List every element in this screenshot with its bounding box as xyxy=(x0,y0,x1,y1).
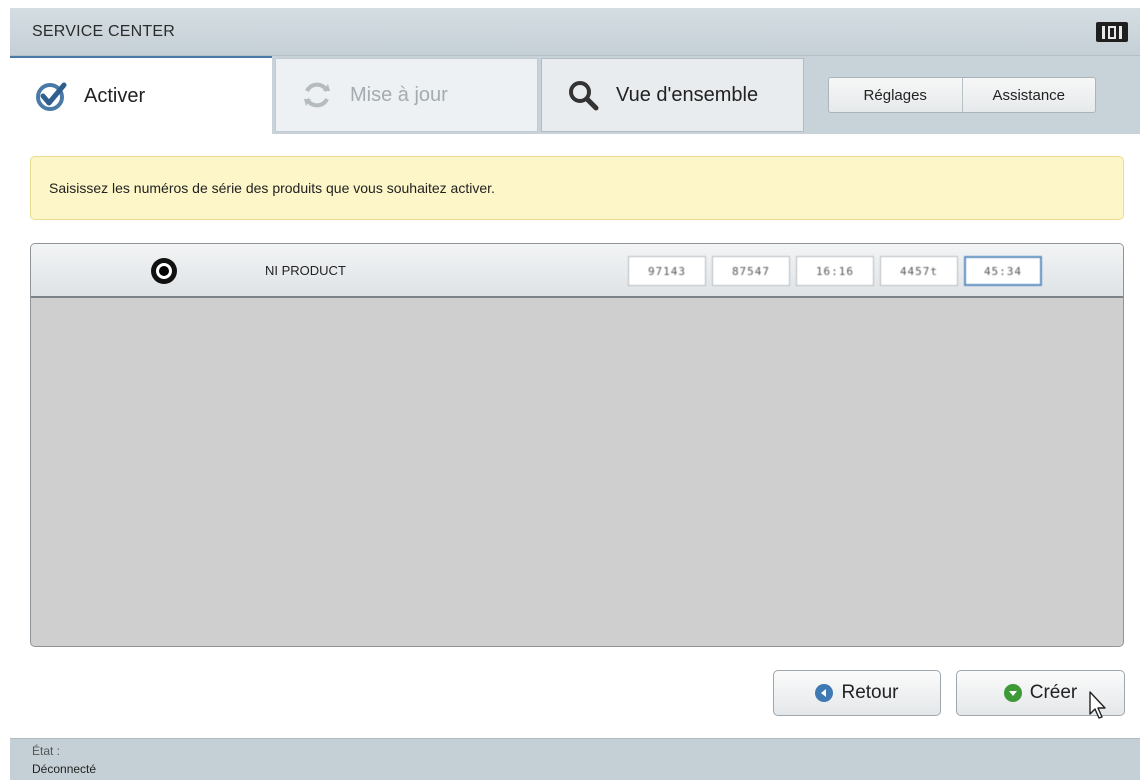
tab-bar: Activer Mise à jour Vue d'ensemble Régla… xyxy=(10,56,1140,134)
serial-field-3[interactable] xyxy=(796,256,874,286)
top-button-group: Réglages Assistance xyxy=(828,77,1096,113)
product-list: NI PRODUCT xyxy=(30,243,1124,647)
tab-mise-a-jour[interactable]: Mise à jour xyxy=(275,58,538,132)
serial-fields xyxy=(628,256,1042,286)
tab-label: Mise à jour xyxy=(350,83,448,106)
back-arrow-icon xyxy=(815,684,834,702)
serial-field-2[interactable] xyxy=(712,256,790,286)
magnifier-icon xyxy=(566,78,600,112)
product-name: NI PRODUCT xyxy=(265,263,346,278)
instruction-text: Saisissez les numéros de série des produ… xyxy=(49,180,495,196)
instruction-banner: Saisissez les numéros de série des produ… xyxy=(30,156,1124,220)
product-radio[interactable] xyxy=(151,258,177,284)
serial-field-5[interactable] xyxy=(964,256,1042,286)
refresh-icon xyxy=(300,78,334,112)
serial-field-1[interactable] xyxy=(628,256,706,286)
title-bar: SERVICE CENTER xyxy=(10,8,1140,56)
ni-logo-icon xyxy=(1096,22,1128,42)
back-button[interactable]: Retour xyxy=(773,670,941,716)
tab-label: Vue d'ensemble xyxy=(616,83,759,106)
status-value: Déconnecté xyxy=(32,762,97,776)
serial-field-4[interactable] xyxy=(880,256,958,286)
down-arrow-icon xyxy=(1003,684,1022,702)
status-label: État : xyxy=(32,744,61,758)
tab-label: Activer xyxy=(84,84,146,107)
checkmark-icon xyxy=(34,79,68,113)
status-bar: État : Déconnecté xyxy=(10,738,1140,780)
mouse-cursor-icon xyxy=(1088,690,1108,725)
app-title: SERVICE CENTER xyxy=(32,23,175,40)
tab-vue-ensemble[interactable]: Vue d'ensemble xyxy=(541,58,804,132)
tab-activer[interactable]: Activer xyxy=(10,56,272,134)
help-button[interactable]: Assistance xyxy=(961,78,1096,112)
back-button-label: Retour xyxy=(841,682,899,703)
product-row: NI PRODUCT xyxy=(31,244,1123,298)
settings-button[interactable]: Réglages xyxy=(829,78,962,112)
create-button-label: Créer xyxy=(1029,682,1078,703)
